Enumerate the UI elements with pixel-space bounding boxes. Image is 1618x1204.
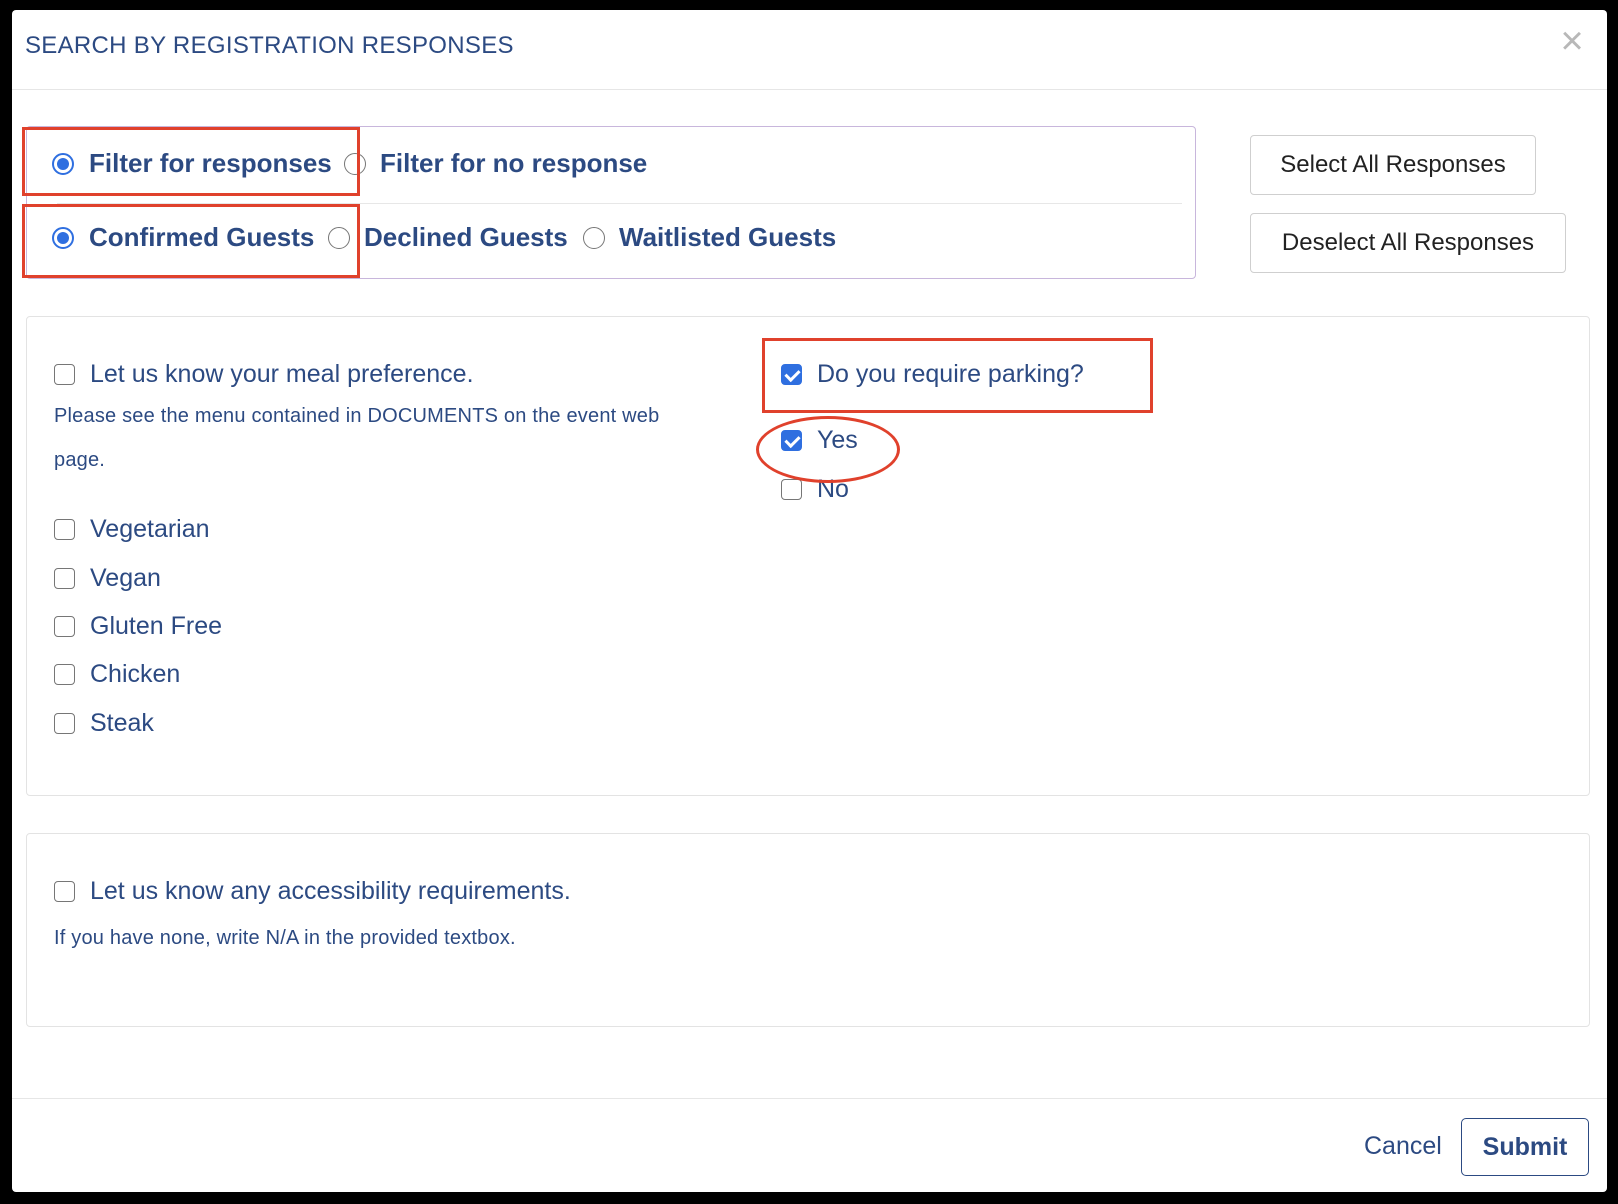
filter-divider: [57, 203, 1182, 204]
radio-button[interactable]: [344, 152, 366, 175]
select-all-responses-button[interactable]: Select All Responses: [1250, 135, 1536, 195]
radio-label: Waitlisted Guests: [619, 222, 837, 252]
question-meal-preference[interactable]: Let us know your meal preference.: [54, 360, 474, 389]
radio-confirmed-guests[interactable]: Confirmed Guests: [52, 222, 314, 253]
radio-filter-for-no-response[interactable]: Filter for no response: [344, 148, 647, 179]
checkbox[interactable]: [54, 664, 75, 685]
footer-divider: [12, 1098, 1607, 1099]
meal-help-text: Please see the menu contained in DOCUMEN…: [54, 394, 659, 482]
option-label: Gluten Free: [90, 612, 223, 640]
option-label: No: [817, 475, 849, 503]
meal-help-line: Please see the menu contained in DOCUMEN…: [54, 405, 660, 427]
option-label: Steak: [90, 709, 154, 737]
modal-title: SEARCH BY REGISTRATION RESPONSES: [25, 32, 514, 59]
checkbox[interactable]: [54, 519, 75, 540]
radio-declined-guests[interactable]: Declined Guests: [328, 222, 568, 253]
meal-help-line: page.: [54, 449, 106, 471]
checkbox[interactable]: [54, 881, 75, 902]
radio-button-checked[interactable]: [52, 152, 74, 175]
option-label: Vegan: [90, 564, 161, 592]
cancel-button[interactable]: Cancel: [1364, 1132, 1442, 1161]
accessibility-help-text: If you have none, write N/A in the provi…: [54, 927, 516, 949]
radio-button[interactable]: [328, 226, 350, 249]
option-gluten-free[interactable]: Gluten Free: [54, 612, 222, 641]
checkbox-checked[interactable]: [781, 364, 802, 385]
radio-button[interactable]: [583, 226, 605, 249]
option-steak[interactable]: Steak: [54, 709, 154, 738]
option-label: Yes: [817, 426, 858, 454]
checkbox-checked[interactable]: [781, 430, 802, 451]
search-modal: SEARCH BY REGISTRATION RESPONSES × Filte…: [12, 10, 1607, 1192]
radio-button-checked[interactable]: [52, 226, 74, 249]
option-parking-no[interactable]: No: [781, 475, 849, 504]
modal-header: SEARCH BY REGISTRATION RESPONSES ×: [12, 10, 1607, 90]
question-label: Let us know your meal preference.: [90, 360, 474, 388]
question-parking[interactable]: Do you require parking?: [781, 360, 1084, 389]
checkbox[interactable]: [781, 479, 802, 500]
radio-label: Filter for no response: [380, 148, 648, 178]
submit-button[interactable]: Submit: [1461, 1118, 1589, 1176]
checkbox[interactable]: [54, 364, 75, 385]
question-accessibility[interactable]: Let us know any accessibility requiremen…: [54, 877, 571, 906]
close-icon[interactable]: ×: [1555, 21, 1589, 61]
radio-filter-for-responses[interactable]: Filter for responses: [52, 148, 332, 179]
radio-label: Declined Guests: [364, 222, 568, 252]
checkbox[interactable]: [54, 568, 75, 589]
option-vegetarian[interactable]: Vegetarian: [54, 515, 210, 544]
radio-label: Filter for responses: [89, 148, 332, 178]
option-parking-yes[interactable]: Yes: [781, 426, 858, 455]
deselect-all-responses-button[interactable]: Deselect All Responses: [1250, 213, 1566, 273]
radio-waitlisted-guests[interactable]: Waitlisted Guests: [583, 222, 836, 253]
option-vegan[interactable]: Vegan: [54, 564, 161, 593]
option-chicken[interactable]: Chicken: [54, 660, 180, 689]
checkbox[interactable]: [54, 616, 75, 637]
option-label: Vegetarian: [90, 515, 210, 543]
question-label: Let us know any accessibility requiremen…: [90, 877, 571, 905]
checkbox[interactable]: [54, 713, 75, 734]
question-label: Do you require parking?: [817, 360, 1084, 388]
option-label: Chicken: [90, 660, 181, 688]
radio-label: Confirmed Guests: [89, 222, 315, 252]
